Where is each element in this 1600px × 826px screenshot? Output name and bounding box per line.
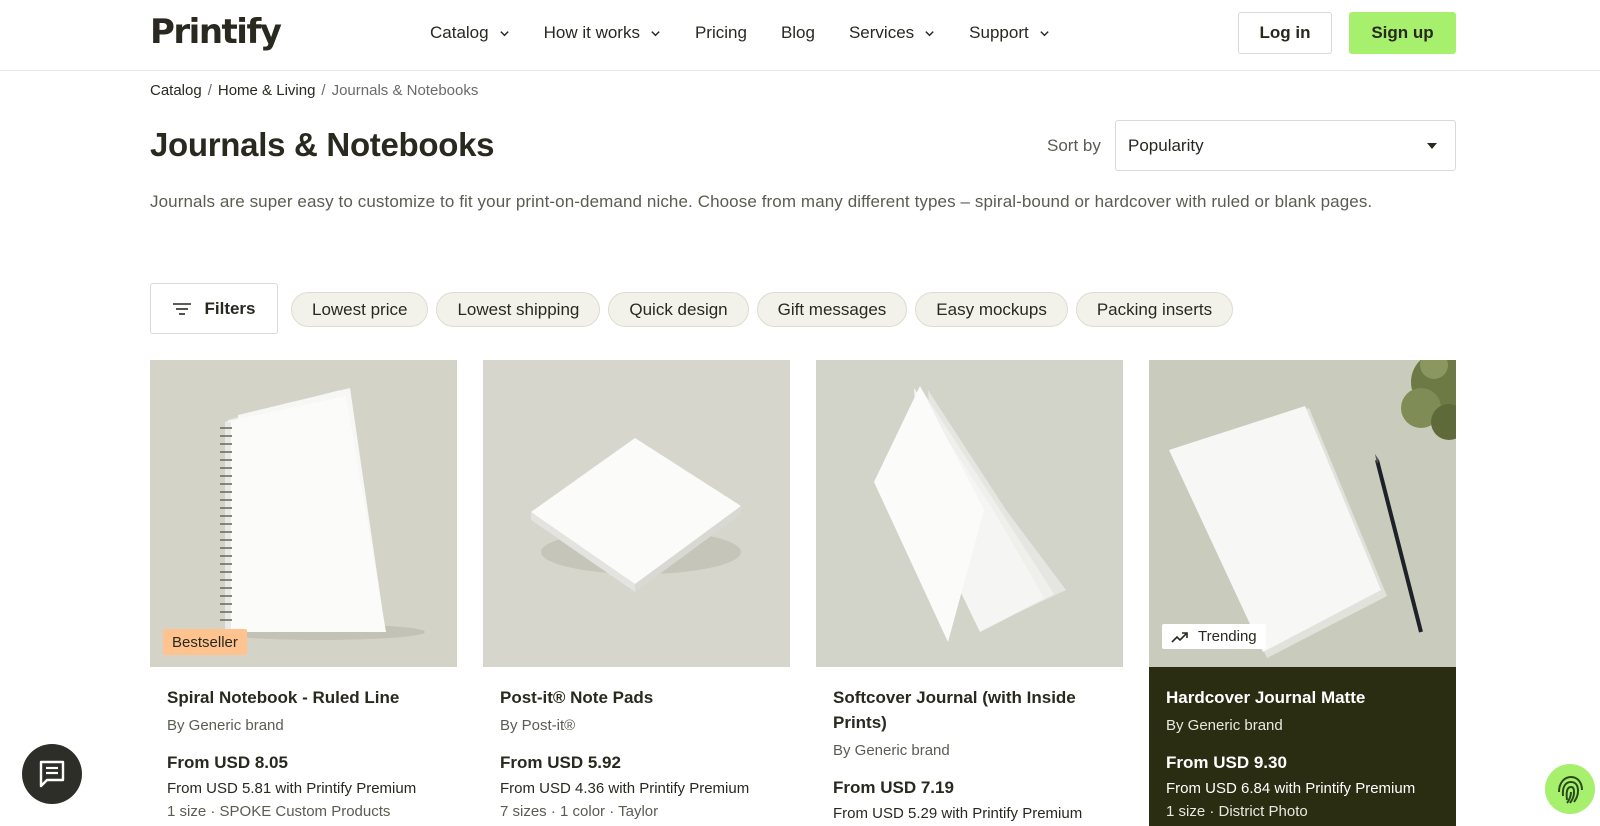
main-nav: Catalog How it works Pricing Blog Servic… (430, 0, 1084, 66)
product-premium-price: From USD 4.36 with Printify Premium (500, 780, 750, 797)
nav-catalog-label: Catalog (430, 23, 489, 42)
nav-how-it-works-label: How it works (543, 23, 640, 42)
product-card[interactable]: Post-it® Note Pads By Post-it® From USD … (483, 360, 790, 826)
nav-support-label: Support (969, 23, 1029, 42)
note-pad-image (483, 360, 790, 667)
product-premium-price: From USD 6.84 with Printify Premium (1166, 780, 1416, 797)
chip-easy-mockups[interactable]: Easy mockups (915, 292, 1068, 327)
trending-badge: Trending (1162, 624, 1266, 649)
filters-button[interactable]: Filters (150, 283, 278, 334)
filter-lines-icon (173, 302, 192, 315)
fingerprint-icon (1558, 775, 1583, 804)
product-brand: By Generic brand (167, 717, 284, 734)
product-price: From USD 5.92 (500, 753, 621, 772)
product-name[interactable]: Spiral Notebook - Ruled Line (167, 685, 440, 710)
breadcrumb: Catalog / Home & Living / Journals & Not… (150, 82, 478, 99)
breadcrumb-separator: / (321, 82, 326, 99)
printify-logo[interactable]: Printify (150, 12, 282, 52)
chip-quick-design[interactable]: Quick design (608, 292, 749, 327)
product-name[interactable]: Hardcover Journal Matte (1166, 685, 1439, 710)
product-brand: By Post-it® (500, 717, 576, 734)
site-header: Printify Catalog How it works Pricing Bl… (0, 0, 1600, 71)
chevron-down-icon (499, 30, 509, 36)
nav-blog-label: Blog (780, 23, 815, 42)
nav-support[interactable]: Support (969, 23, 1050, 43)
trending-label: Trending (1198, 628, 1257, 645)
chevron-down-icon (1040, 30, 1049, 36)
product-info: Spiral Notebook - Ruled Line By Generic … (150, 667, 457, 826)
chevron-down-icon (925, 30, 934, 36)
nav-how-it-works[interactable]: How it works (544, 23, 661, 43)
chat-button[interactable] (22, 744, 82, 804)
trending-up-icon (1171, 631, 1188, 643)
filters-label: Filters (204, 298, 256, 318)
nav-services-label: Services (848, 23, 915, 42)
hardcover-journal-image (1149, 360, 1456, 667)
product-price: From USD 7.19 (833, 778, 954, 797)
nav-services[interactable]: Services (849, 23, 935, 43)
chip-lowest-shipping[interactable]: Lowest shipping (436, 292, 601, 327)
product-card[interactable]: Trending Hardcover Journal Matte By Gene… (1149, 360, 1456, 826)
nav-pricing-label: Pricing (694, 23, 747, 42)
breadcrumb-separator: / (207, 82, 212, 99)
chip-gift-messages[interactable]: Gift messages (756, 292, 908, 327)
nav-catalog[interactable]: Catalog (430, 23, 510, 43)
caret-down-icon (1427, 143, 1437, 149)
bestseller-badge: Bestseller (163, 629, 247, 655)
softcover-journal-image (816, 360, 1123, 667)
product-meta: 7 sizes · 1 color · Taylor (500, 803, 659, 820)
product-brand: By Generic brand (833, 742, 950, 759)
product-meta: 1 size · District Photo (1166, 803, 1308, 820)
product-card[interactable]: Softcover Journal (with Inside Prints) B… (816, 360, 1123, 826)
login-button[interactable]: Log in (1238, 12, 1332, 54)
product-price: From USD 9.30 (1166, 753, 1287, 772)
product-info: Hardcover Journal Matte By Generic brand… (1149, 667, 1456, 826)
product-info: Post-it® Note Pads By Post-it® From USD … (483, 667, 790, 826)
breadcrumb-catalog[interactable]: Catalog (150, 82, 202, 99)
breadcrumb-current: Journals & Notebooks (331, 82, 479, 99)
product-brand: By Generic brand (1166, 717, 1283, 734)
privacy-button[interactable] (1545, 764, 1595, 814)
signup-button[interactable]: Sign up (1349, 12, 1456, 54)
category-description: Journals are super easy to customize to … (150, 192, 1373, 211)
product-premium-price: From USD 5.29 with Printify Premium (833, 805, 1083, 822)
product-premium-price: From USD 5.81 with Printify Premium (167, 780, 417, 797)
sort-select-value: Popularity (1128, 135, 1204, 155)
product-card[interactable]: Bestseller Spiral Notebook - Ruled Line … (150, 360, 457, 826)
chat-icon (39, 760, 65, 788)
product-meta: 1 size · SPOKE Custom Products (167, 803, 391, 820)
nav-pricing[interactable]: Pricing (695, 23, 747, 43)
breadcrumb-home-living[interactable]: Home & Living (218, 82, 316, 99)
chip-lowest-price[interactable]: Lowest price (291, 292, 429, 327)
spiral-notebook-image (150, 360, 457, 667)
product-info: Softcover Journal (with Inside Prints) B… (816, 667, 1123, 826)
filter-chips: Lowest price Lowest shipping Quick desig… (291, 292, 1241, 327)
product-name[interactable]: Softcover Journal (with Inside Prints) (833, 685, 1106, 735)
product-price: From USD 8.05 (167, 753, 288, 772)
sort-label: Sort by (1047, 136, 1101, 155)
product-name[interactable]: Post-it® Note Pads (500, 685, 773, 710)
chip-packing-inserts[interactable]: Packing inserts (1075, 292, 1234, 327)
page-title: Journals & Notebooks (150, 126, 495, 163)
chevron-down-icon (651, 30, 660, 36)
nav-blog[interactable]: Blog (781, 23, 815, 43)
sort-select[interactable]: Popularity (1115, 120, 1456, 171)
